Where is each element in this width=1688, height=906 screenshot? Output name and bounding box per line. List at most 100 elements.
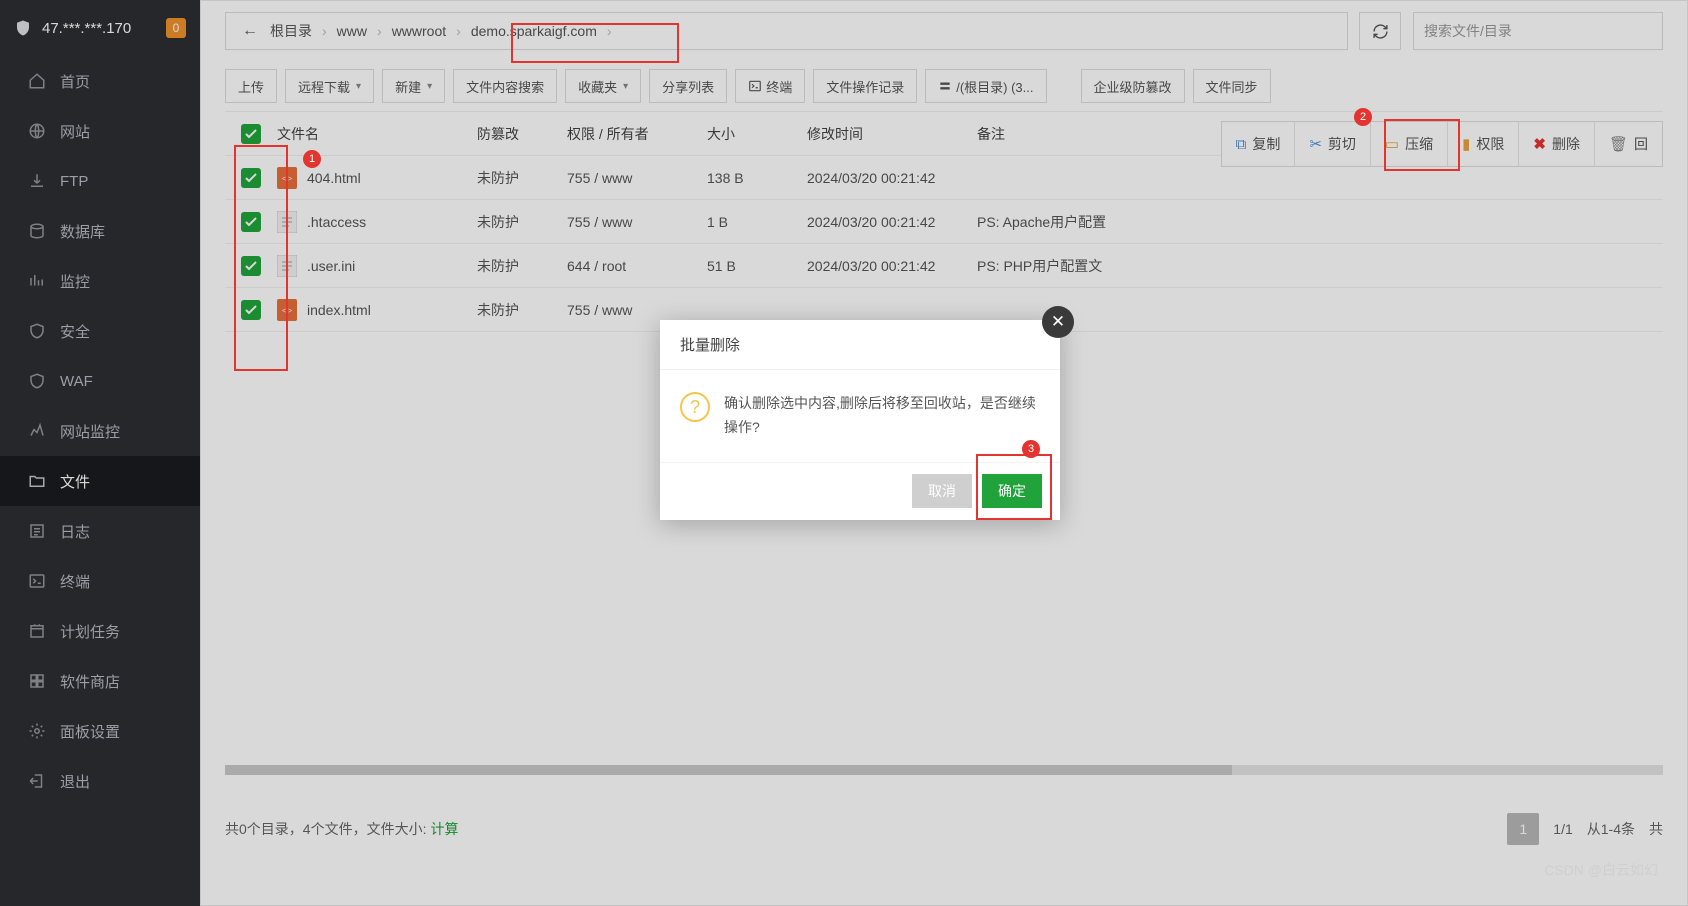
disk-icon — [938, 79, 952, 93]
row-checkbox[interactable] — [241, 300, 261, 320]
nav-icon — [28, 772, 46, 790]
sidebar-item-10[interactable]: 终端 — [0, 556, 200, 606]
recycle-button[interactable]: 🗑回 — [1594, 122, 1662, 166]
nav-icon — [28, 672, 46, 690]
sidebar-item-1[interactable]: 网站 — [0, 106, 200, 156]
x-icon: ✖ — [1533, 135, 1546, 153]
permission-button[interactable]: ▮权限 — [1447, 122, 1518, 166]
col-size[interactable]: 大小 — [707, 124, 807, 144]
col-tamper: 防篡改 — [477, 124, 567, 144]
sidebar-item-label: 文件 — [60, 471, 90, 492]
sidebar-item-label: 退出 — [60, 771, 90, 792]
archive-icon: ▭ — [1385, 135, 1399, 153]
horizontal-scrollbar[interactable] — [225, 765, 1663, 775]
copy-button[interactable]: ⧉复制 — [1222, 122, 1295, 166]
delete-button[interactable]: ✖删除 — [1518, 122, 1594, 166]
file-sync-button[interactable]: 文件同步 — [1193, 69, 1271, 103]
new-button[interactable]: 新建▾ — [382, 69, 445, 103]
terminal-icon — [748, 79, 762, 93]
sidebar-item-8[interactable]: 文件 — [0, 456, 200, 506]
search-input[interactable]: 搜索文件/目录 — [1413, 12, 1663, 50]
sidebar-item-7[interactable]: 网站监控 — [0, 406, 200, 456]
sidebar-item-5[interactable]: 安全 — [0, 306, 200, 356]
refresh-button[interactable] — [1359, 12, 1401, 50]
row-checkbox[interactable] — [241, 212, 261, 232]
nav-icon — [28, 122, 46, 140]
sidebar-item-9[interactable]: 日志 — [0, 506, 200, 556]
sidebar-item-label: 计划任务 — [60, 621, 120, 642]
table-row[interactable]: .user.ini未防护644 / root51 B2024/03/20 00:… — [225, 244, 1663, 288]
search-placeholder: 搜索文件/目录 — [1424, 21, 1512, 41]
footer: 共0个目录，4个文件，文件大小: 计算 1 1/1 从1-4条 共 — [225, 813, 1663, 845]
breadcrumb-segment[interactable]: wwwroot — [386, 23, 452, 39]
terminal-button[interactable]: 终端 — [735, 69, 805, 103]
favorites-button[interactable]: 收藏夹▾ — [565, 69, 641, 103]
upload-button[interactable]: 上传 — [225, 69, 277, 103]
tamper-proof-button[interactable]: 企业级防篡改 — [1081, 69, 1185, 103]
modal-close-button[interactable]: ✕ — [1042, 306, 1074, 338]
col-name[interactable]: 文件名 — [277, 124, 477, 144]
text-file-icon — [277, 255, 297, 277]
cell-tamper: 未防护 — [477, 300, 567, 320]
cell-perm: 755 / www — [567, 214, 707, 230]
sidebar-item-14[interactable]: 退出 — [0, 756, 200, 806]
nav-icon — [28, 572, 46, 590]
breadcrumb-segment[interactable]: 根目录 — [264, 23, 318, 39]
sidebar-item-13[interactable]: 面板设置 — [0, 706, 200, 756]
select-all-checkbox[interactable] — [241, 124, 261, 144]
nav-icon — [28, 372, 46, 390]
row-checkbox[interactable] — [241, 256, 261, 276]
svg-text:</>: </> — [282, 308, 292, 315]
sidebar-item-2[interactable]: FTP — [0, 156, 200, 206]
nav-icon — [28, 472, 46, 490]
table-row[interactable]: .htaccess未防护755 / www1 B2024/03/20 00:21… — [225, 200, 1663, 244]
sidebar-item-11[interactable]: 计划任务 — [0, 606, 200, 656]
disk-mount-button[interactable]: /(根目录) (3... — [925, 69, 1046, 103]
cell-note: PS: Apache用户配置 — [977, 212, 1663, 232]
breadcrumb-segment[interactable]: www — [331, 23, 373, 39]
sidebar-item-label: 首页 — [60, 71, 90, 92]
confirm-button[interactable]: 确定 — [982, 474, 1042, 508]
nav-icon — [28, 222, 46, 240]
chevron-right-icon: › — [452, 23, 465, 39]
modal-message: 确认删除选中内容,删除后将移至回收站，是否继续操作? — [724, 392, 1040, 440]
page-current[interactable]: 1 — [1507, 813, 1539, 845]
cell-perm: 755 / www — [567, 302, 707, 318]
operation-log-button[interactable]: 文件操作记录 — [813, 69, 917, 103]
remote-download-button[interactable]: 远程下载▾ — [285, 69, 374, 103]
cell-size: 138 B — [707, 170, 807, 186]
nav-icon — [28, 722, 46, 740]
share-list-button[interactable]: 分享列表 — [649, 69, 727, 103]
cell-time: 2024/03/20 00:21:42 — [807, 170, 977, 186]
col-time[interactable]: 修改时间 — [807, 124, 977, 144]
row-checkbox[interactable] — [241, 168, 261, 188]
cut-button[interactable]: ✂剪切 — [1294, 122, 1370, 166]
html-file-icon: </> — [277, 299, 297, 321]
cell-time: 2024/03/20 00:21:42 — [807, 258, 977, 274]
sidebar-item-0[interactable]: 首页 — [0, 56, 200, 106]
cell-time: 2024/03/20 00:21:42 — [807, 214, 977, 230]
sidebar-item-3[interactable]: 数据库 — [0, 206, 200, 256]
sidebar-item-4[interactable]: 监控 — [0, 256, 200, 306]
cell-size: 1 B — [707, 214, 807, 230]
modal-footer: 取消 确定 — [660, 462, 1060, 520]
sidebar-item-label: 面板设置 — [60, 721, 120, 742]
back-icon[interactable]: ← — [236, 22, 264, 40]
file-name: index.html — [307, 302, 371, 318]
sidebar-item-6[interactable]: WAF — [0, 356, 200, 406]
nav-icon — [28, 72, 46, 90]
cell-size: 51 B — [707, 258, 807, 274]
calculate-link[interactable]: 计算 — [430, 819, 458, 839]
content-search-button[interactable]: 文件内容搜索 — [453, 69, 557, 103]
sidebar-item-label: 软件商店 — [60, 671, 120, 692]
breadcrumb-segment[interactable]: demo.sparkaigf.com — [465, 23, 603, 39]
compress-button[interactable]: ▭压缩 — [1370, 122, 1447, 166]
sidebar-item-12[interactable]: 软件商店 — [0, 656, 200, 706]
page-range: 从1-4条 — [1587, 819, 1635, 839]
chevron-right-icon: › — [318, 23, 331, 39]
sidebar-item-label: 网站 — [60, 121, 90, 142]
key-icon: ▮ — [1462, 135, 1470, 153]
cancel-button[interactable]: 取消 — [912, 474, 972, 508]
notice-badge[interactable]: 0 — [166, 18, 186, 38]
sidebar-item-label: WAF — [60, 373, 93, 390]
